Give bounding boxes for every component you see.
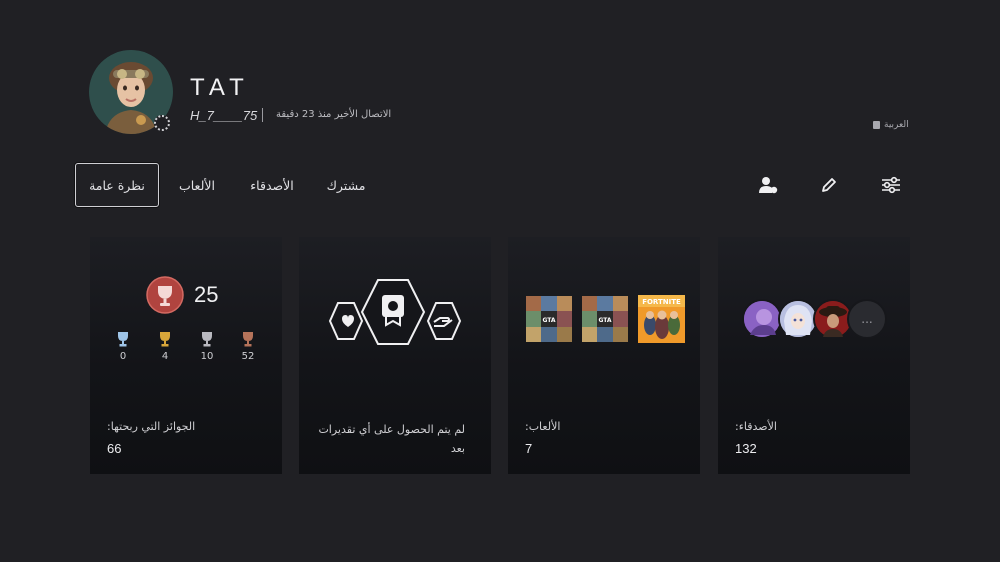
- games-label: الألعاب:: [525, 420, 561, 433]
- game-thumb-gta-2[interactable]: GTA: [582, 296, 628, 342]
- game-thumb-gta-1[interactable]: GTA: [526, 296, 572, 342]
- gta-cover-icon: GTA: [582, 296, 628, 342]
- bronze-trophy-icon: [243, 332, 253, 347]
- no-appreciations-message: لم يتم الحصول على أي تقديرات بعد: [305, 420, 465, 458]
- games-count: 7: [525, 441, 533, 456]
- fortnite-cover-icon: FORTNITE: [638, 295, 685, 343]
- appreciations-card[interactable]: لم يتم الحصول على أي تقديرات بعد: [299, 237, 491, 474]
- trophy-level: 25: [194, 282, 219, 307]
- friends-card[interactable]: ... الأصدقاء: 132: [718, 237, 910, 474]
- friends-label: الأصدقاء:: [735, 420, 777, 433]
- settings-sliders-icon: [882, 176, 900, 194]
- profile-settings-button[interactable]: [878, 172, 904, 198]
- gta-cover-icon: GTA: [526, 296, 572, 342]
- silver-count: 10: [200, 351, 214, 362]
- no-appreciations-line2: بعد: [450, 442, 465, 455]
- games-card[interactable]: GTA GTA FORTNITE الألعاب: 7: [508, 237, 700, 474]
- friend-avatar-image: [744, 301, 780, 337]
- lock-icon: [873, 121, 880, 129]
- bronze-count: 52: [241, 351, 255, 362]
- trophies-earned-label: الجوائز التي ربحتها:: [107, 420, 196, 433]
- trophy-level-icon: [146, 276, 184, 314]
- gold-count: 4: [161, 351, 169, 362]
- language-label: العربية: [884, 120, 909, 130]
- friend-avatar-image: [780, 301, 816, 337]
- friend-avatar-2[interactable]: [778, 299, 818, 339]
- edit-icon: [822, 178, 836, 192]
- header-divider: [262, 108, 263, 122]
- no-appreciations-line1: لم يتم الحصول على أي تقديرات: [318, 423, 465, 436]
- presence-status-icon: [154, 115, 170, 131]
- tab-friends[interactable]: الأصدقاء: [238, 163, 306, 207]
- profile-name: TAT: [190, 74, 250, 101]
- silver-trophy-icon: [202, 332, 212, 347]
- language-indicator: العربية: [873, 120, 909, 130]
- bronze-trophy: 52: [233, 330, 263, 362]
- platinum-count: 0: [119, 351, 127, 362]
- friend-avatar-1[interactable]: [742, 299, 782, 339]
- last-online-text: الاتصال الأخير منذ 23 دقيقة: [276, 109, 392, 120]
- online-id: H_7____75: [190, 108, 258, 123]
- svg-text:GTA: GTA: [598, 317, 611, 324]
- friends-count: 132: [735, 441, 757, 456]
- more-friends-button[interactable]: ...: [847, 299, 887, 339]
- gold-trophy-icon: [160, 332, 170, 347]
- platinum-trophy-icon: [118, 332, 128, 347]
- add-friend-button[interactable]: [755, 172, 781, 198]
- add-friend-icon: [759, 177, 778, 194]
- appreciations-badges-icon: [328, 279, 462, 345]
- silver-trophy: 10: [192, 330, 222, 362]
- svg-text:FORTNITE: FORTNITE: [642, 298, 681, 306]
- trophies-total: 66: [107, 441, 122, 456]
- tab-overview[interactable]: نظرة عامة: [75, 163, 159, 207]
- svg-text:GTA: GTA: [542, 317, 555, 324]
- tab-games[interactable]: الألعاب: [168, 163, 226, 207]
- edit-profile-button[interactable]: [816, 172, 842, 198]
- trophies-card[interactable]: 25 0 4 10 52 الجوائز التي ربحتها: 66: [90, 237, 282, 474]
- friend-avatar-image: [815, 301, 851, 337]
- tab-shared[interactable]: مشترك: [318, 163, 374, 207]
- game-thumb-fortnite[interactable]: FORTNITE: [638, 295, 685, 343]
- platinum-trophy: 0: [108, 330, 138, 362]
- gold-trophy: 4: [150, 330, 180, 362]
